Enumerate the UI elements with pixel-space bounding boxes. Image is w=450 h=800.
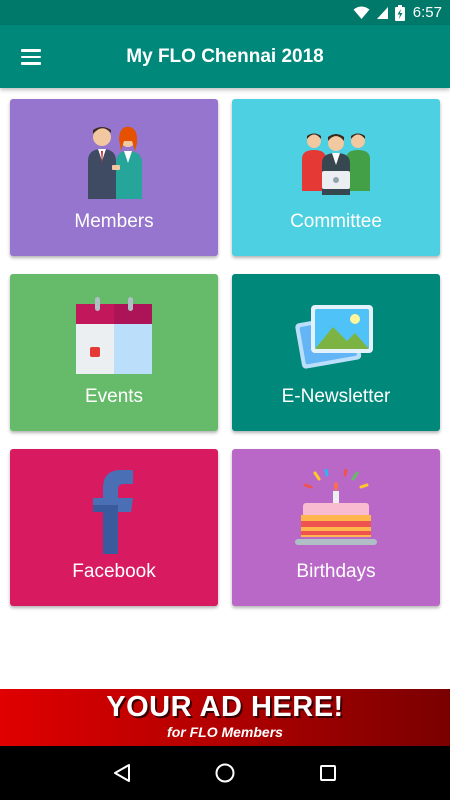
status-icons: 6:57 <box>353 0 442 25</box>
system-nav-bar <box>0 746 450 800</box>
birthdays-label: Birthdays <box>296 561 376 582</box>
back-icon[interactable] <box>102 753 142 793</box>
e-newsletter-label: E-Newsletter <box>281 386 391 407</box>
facebook-tile[interactable]: Facebook <box>10 449 218 606</box>
events-label: Events <box>84 386 144 407</box>
members-label: Members <box>74 211 154 232</box>
facebook-label: Facebook <box>72 561 156 582</box>
committee-tile[interactable]: Committee <box>232 99 440 256</box>
birthdays-tile[interactable]: Birthdays <box>232 449 440 606</box>
calendar-icon <box>10 288 218 384</box>
battery-charging-icon <box>394 4 405 21</box>
birthday-cake-icon <box>232 463 440 559</box>
ad-subtitle: for FLO Members <box>167 724 283 740</box>
signal-icon <box>376 6 388 19</box>
events-tile[interactable]: Events <box>10 274 218 431</box>
recents-icon[interactable] <box>308 753 348 793</box>
app-bar: My FLO Chennai 2018 <box>0 25 450 88</box>
e-newsletter-tile[interactable]: E-Newsletter <box>232 274 440 431</box>
ad-title: YOUR AD HERE! <box>106 691 344 723</box>
ad-banner[interactable]: YOUR AD HERE! for FLO Members <box>0 689 450 746</box>
gallery-image-icon <box>232 288 440 384</box>
status-time: 6:57 <box>412 4 442 21</box>
hamburger-menu-icon[interactable] <box>12 38 50 76</box>
committee-label: Committee <box>290 211 382 232</box>
members-tile[interactable]: Members <box>10 99 218 256</box>
app-title: My FLO Chennai 2018 <box>126 46 324 67</box>
members-people-icon <box>10 113 218 209</box>
status-bar: 6:57 <box>0 0 450 25</box>
home-icon[interactable] <box>205 753 245 793</box>
facebook-icon <box>10 463 218 559</box>
committee-group-icon <box>232 113 440 209</box>
wifi-icon <box>353 6 370 19</box>
